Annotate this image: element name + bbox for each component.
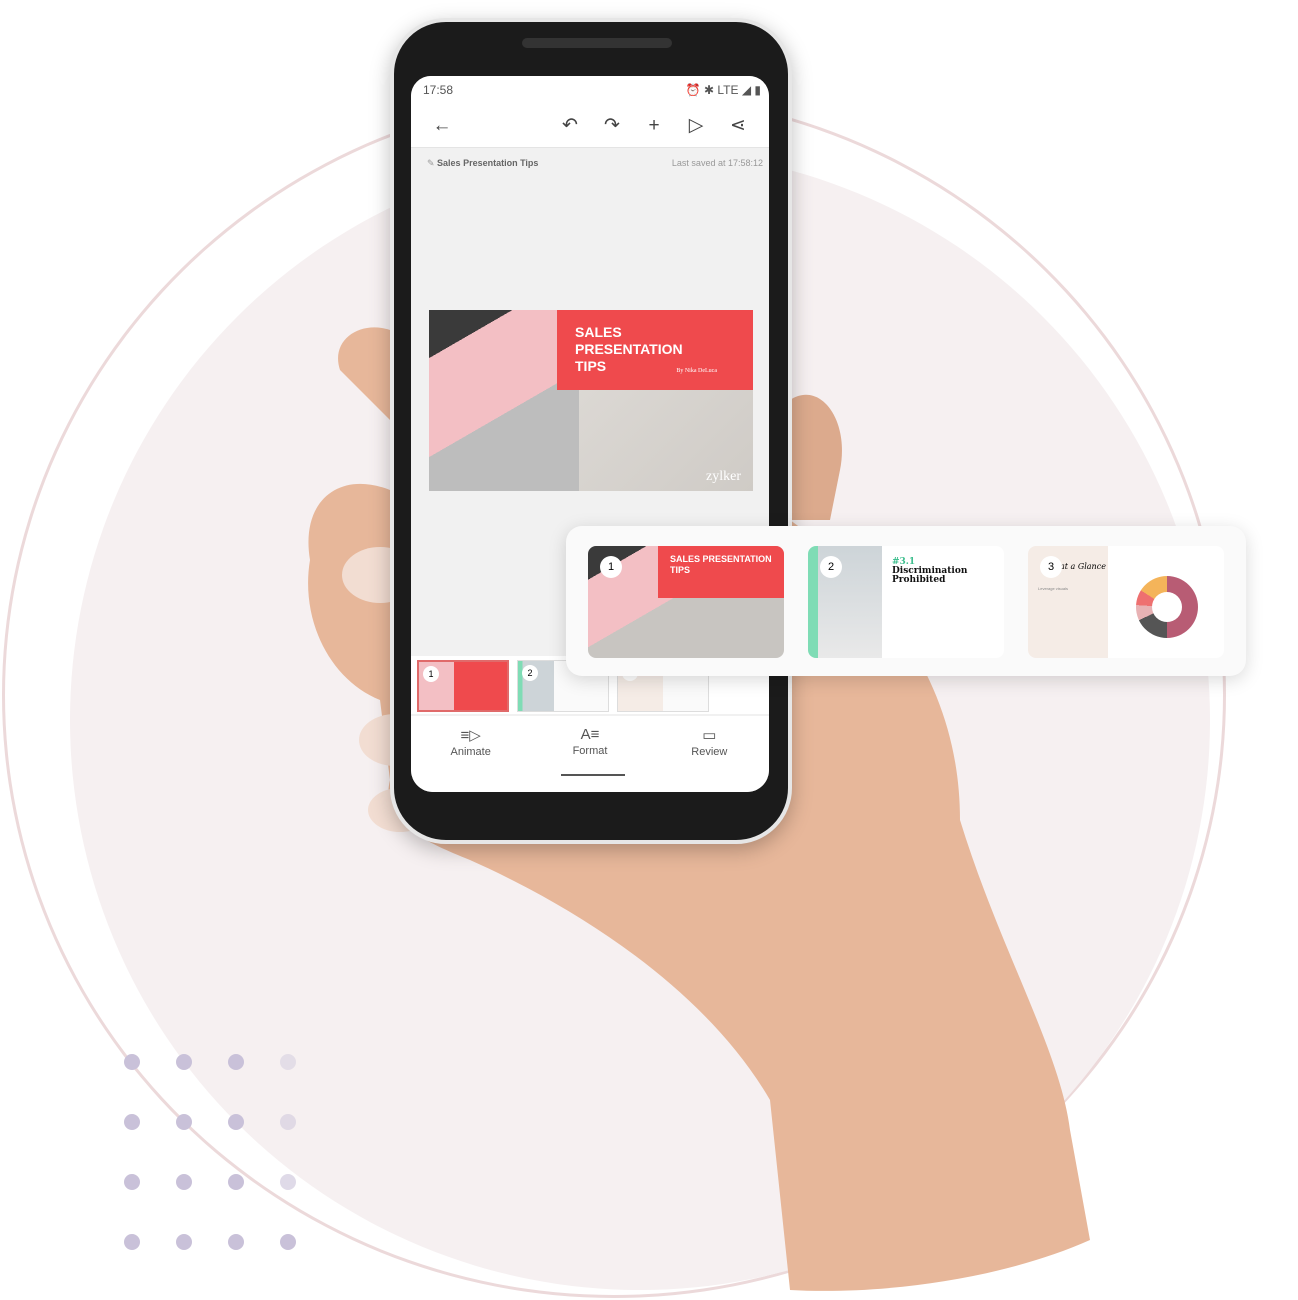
slide-title-box: SALES PRESENTATION TIPS By Nika DeLuca — [557, 310, 753, 390]
card-title: at a Glance — [1060, 562, 1106, 571]
pencil-icon[interactable]: ✎ — [427, 158, 437, 168]
preview-card[interactable]: Leverage visuals at a Glance 3 — [1028, 546, 1224, 658]
slide-number: 2 — [820, 556, 842, 578]
phone-device: 17:58 ⏰ ✱ LTE ◢ ▮ ← ↶ ↷ + ▷ ⋖ ✎ Sales Pr… — [390, 18, 792, 844]
document-bar: ✎ Sales Presentation Tips Last saved at … — [411, 148, 769, 169]
slide-title-line: SALES — [575, 324, 622, 340]
preview-card[interactable]: #3.1 Discrimination Prohibited 2 — [808, 546, 1004, 658]
card-title: SALES PRESENTATION TIPS — [658, 546, 784, 598]
tab-label: Format — [572, 745, 608, 757]
accent-bar — [808, 546, 818, 658]
last-saved-text: Last saved at 17:58:12 — [671, 158, 763, 168]
tab-label: Review — [691, 746, 728, 758]
slide-byline: By Nika DeLuca — [676, 368, 717, 374]
play-icon[interactable]: ▷ — [675, 114, 717, 137]
preview-card[interactable]: SALES PRESENTATION TIPS 1 — [588, 546, 784, 658]
bottom-tab-bar: ≡▷ Animate A≡ Format ▭ Review — [411, 716, 769, 792]
slide-canvas[interactable]: SALES PRESENTATION TIPS By Nika DeLuca z… — [429, 310, 753, 491]
card-title: Discrimination Prohibited — [892, 566, 968, 585]
slide-number: 3 — [1040, 556, 1062, 578]
animate-icon: ≡▷ — [460, 727, 481, 744]
slide-number: 1 — [600, 556, 622, 578]
slide-title-line: PRESENTATION — [575, 341, 683, 357]
toolbar: ← ↶ ↷ + ▷ ⋖ — [411, 104, 769, 148]
status-icons: ⏰ ✱ LTE ◢ ▮ — [685, 83, 761, 97]
redo-icon[interactable]: ↷ — [591, 114, 633, 137]
slide-number: 1 — [423, 666, 439, 682]
undo-icon[interactable]: ↶ — [549, 114, 591, 137]
review-icon: ▭ — [702, 727, 717, 744]
back-arrow-icon[interactable]: ← — [421, 115, 463, 137]
tab-review[interactable]: ▭ Review — [650, 716, 769, 792]
phone-speaker — [522, 38, 672, 48]
tab-animate[interactable]: ≡▷ Animate — [411, 716, 530, 792]
status-time: 17:58 — [423, 83, 454, 97]
slide-preview-panel: SALES PRESENTATION TIPS 1 #3.1 Discrimina… — [566, 526, 1246, 676]
add-icon[interactable]: + — [633, 115, 675, 137]
app-screen: 17:58 ⏰ ✱ LTE ◢ ▮ ← ↶ ↷ + ▷ ⋖ ✎ Sales Pr… — [411, 76, 769, 792]
format-icon: A≡ — [580, 726, 600, 743]
tab-label: Animate — [450, 746, 491, 758]
status-bar: 17:58 ⏰ ✱ LTE ◢ ▮ — [411, 76, 769, 104]
card-subtitle: Leverage visuals — [1038, 586, 1069, 591]
share-icon[interactable]: ⋖ — [717, 114, 759, 137]
active-tab-indicator — [561, 774, 625, 776]
document-title[interactable]: Sales Presentation Tips — [437, 158, 538, 168]
slide-thumbnail[interactable]: 1 — [417, 660, 509, 712]
donut-chart — [1136, 576, 1198, 638]
zylker-logo: zylker — [706, 469, 741, 484]
tab-format[interactable]: A≡ Format — [530, 716, 649, 792]
slide-number: 2 — [522, 665, 538, 681]
